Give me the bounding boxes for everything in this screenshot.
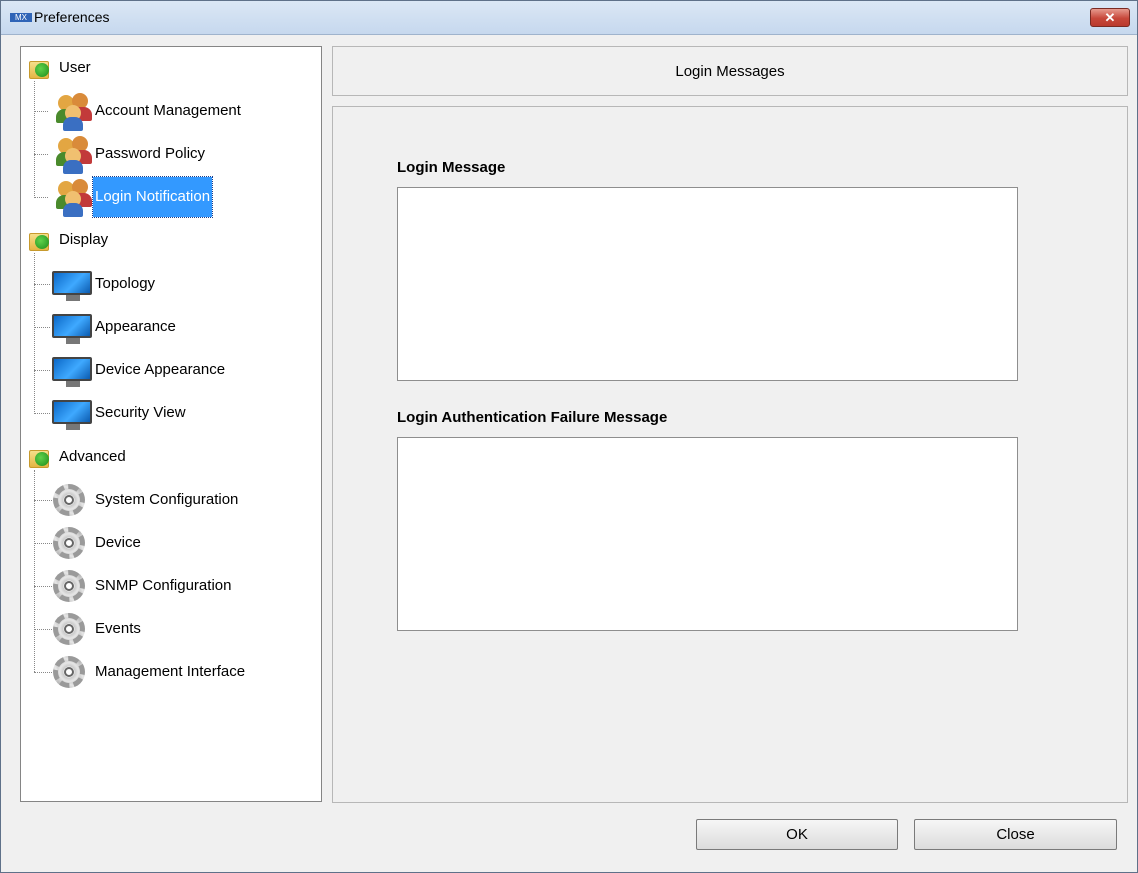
tree-item-label: System Configuration (95, 491, 239, 508)
ok-button[interactable]: OK (696, 819, 898, 850)
tree-item-label: Security View (95, 404, 186, 421)
tree-branch (34, 154, 48, 155)
tree-item-topology[interactable]: Topology (34, 271, 314, 310)
section-header: Login Messages (332, 46, 1128, 96)
tree-branch (34, 327, 50, 328)
app-logo-icon: MX (10, 13, 32, 22)
close-button[interactable]: Close (914, 819, 1117, 850)
tree-item-label: Events (95, 620, 141, 637)
login-message-textarea[interactable] (397, 187, 1018, 381)
gear-icon (49, 480, 89, 520)
tree-item-login-notification[interactable]: Login Notification (34, 176, 314, 223)
tree-branch (34, 370, 50, 371)
close-icon: ✕ (1104, 10, 1116, 25)
tree-item-device-appearance[interactable]: Device Appearance (34, 357, 314, 396)
monitor-icon (50, 269, 96, 303)
gear-icon (49, 566, 89, 606)
tree-branch (34, 413, 50, 414)
monitor-icon (50, 355, 96, 389)
tree-item-label: SNMP Configuration (95, 577, 232, 594)
gear-icon (49, 523, 89, 563)
tree-group-label: User (59, 59, 91, 76)
tree-item-label: Management Interface (95, 663, 246, 680)
monitor-icon (50, 312, 96, 346)
failure-message-label: Login Authentication Failure Message (397, 409, 668, 426)
failure-message-textarea[interactable] (397, 437, 1018, 631)
tree-branch (34, 197, 48, 198)
folder-icon (29, 448, 51, 468)
login-message-label: Login Message (397, 159, 506, 176)
tree-item-label: Appearance (95, 318, 176, 335)
window-close-button[interactable]: ✕ (1090, 8, 1130, 27)
tree-branch (34, 284, 50, 285)
tree-group-label: Advanced (59, 448, 126, 465)
users-icon (52, 134, 94, 174)
users-icon (52, 91, 94, 131)
tree-item-label-selected: Login Notification (91, 176, 214, 218)
login-messages-panel: Login Message Login Authentication Failu… (332, 106, 1128, 803)
title-bar[interactable]: MX Preferences ✕ (1, 1, 1137, 35)
tree-item-appearance[interactable]: Appearance (34, 314, 314, 353)
tree-item-label: Topology (95, 275, 156, 292)
users-icon (52, 177, 94, 217)
preferences-tree[interactable]: User Account Management Password Policy (20, 46, 322, 802)
folder-icon (29, 59, 51, 79)
gear-icon (49, 652, 89, 692)
tree-item-label: Device Appearance (95, 361, 226, 378)
tree-item-label: Account Management (95, 102, 241, 119)
gear-icon (49, 609, 89, 649)
tree-item-label: Device (95, 534, 141, 551)
tree-connector (34, 81, 35, 198)
tree-item-management-interface[interactable]: Management Interface (34, 656, 314, 698)
tree-item-security-view[interactable]: Security View (34, 400, 314, 439)
preferences-window: MX Preferences ✕ User Account Management (0, 0, 1138, 873)
folder-icon (29, 231, 51, 251)
monitor-icon (50, 398, 96, 432)
window-title: Preferences (34, 9, 110, 25)
tree-branch (34, 111, 48, 112)
tree-group-label: Display (59, 231, 109, 248)
tree-item-label: Password Policy (95, 145, 206, 162)
